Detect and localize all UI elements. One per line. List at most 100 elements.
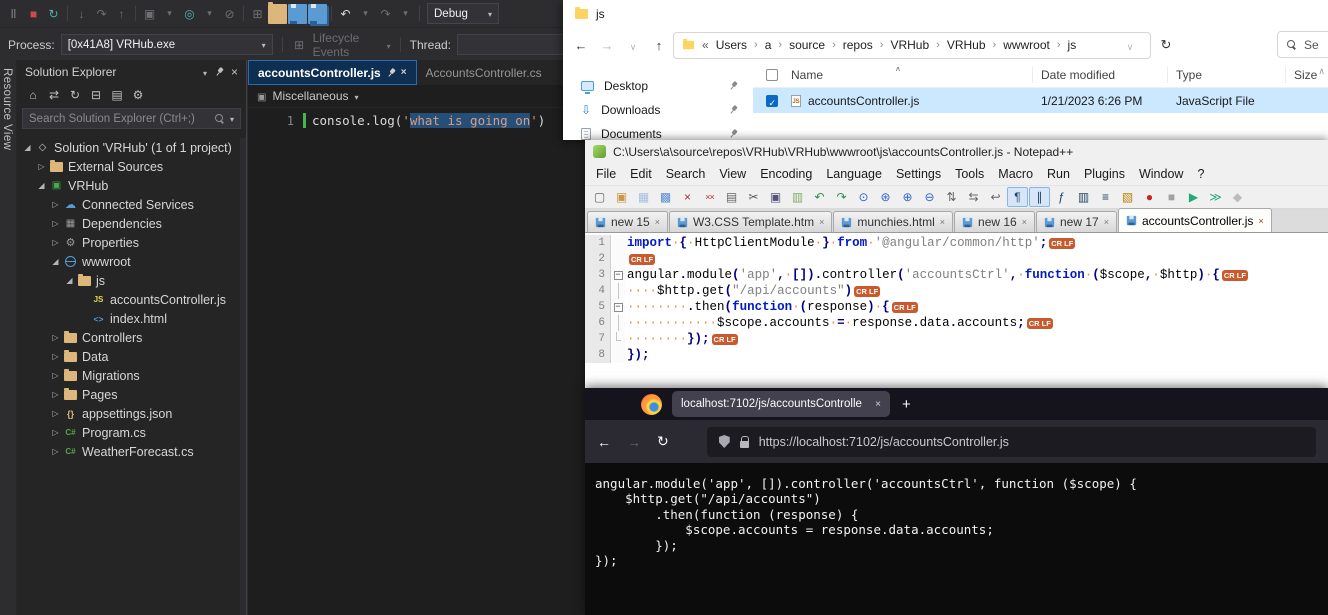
open-folder-icon[interactable] [268, 1, 287, 24]
show-all-files-icon[interactable] [109, 85, 125, 105]
expander-icon[interactable]: ▷ [49, 238, 62, 247]
fold-margin[interactable] [611, 267, 625, 283]
document-tab[interactable]: accountsController.js [1117, 208, 1272, 232]
expander-icon[interactable]: ▷ [49, 200, 62, 209]
expander-icon[interactable]: ◢ [35, 181, 48, 190]
save-all-icon[interactable] [308, 3, 327, 24]
zoom-in-icon[interactable] [897, 187, 918, 207]
back-button[interactable] [569, 38, 593, 53]
close-file-icon[interactable] [677, 187, 698, 207]
disable-breakpoints-icon[interactable] [220, 4, 239, 24]
tree-item[interactable]: ▷ Data [17, 347, 240, 366]
chevron-down-icon[interactable] [203, 65, 207, 79]
new-window-icon[interactable] [248, 4, 267, 24]
expander-icon[interactable]: ▷ [49, 219, 62, 228]
function-list-icon[interactable] [1051, 187, 1072, 207]
tree-item[interactable]: accountsController.js [17, 290, 240, 309]
diagnostics-icon[interactable] [180, 4, 199, 24]
tree-item[interactable]: ▷ External Sources [17, 157, 240, 176]
replace-icon[interactable] [875, 187, 896, 207]
menu-item-run[interactable]: Run [1040, 167, 1077, 181]
resource-view-tab[interactable]: Resource View [0, 60, 17, 615]
select-all-checkbox[interactable] [753, 67, 783, 83]
show-all-characters-icon[interactable] [1007, 187, 1028, 207]
menu-item-encoding[interactable]: Encoding [753, 167, 819, 181]
step-into-icon[interactable] [72, 4, 91, 24]
breadcrumb-item[interactable]: VRHub [890, 38, 929, 52]
tree-item[interactable]: ▷ Connected Services [17, 195, 240, 214]
menu-item-view[interactable]: View [712, 167, 753, 181]
up-button[interactable] [647, 38, 671, 53]
document-list-icon[interactable] [1095, 187, 1116, 207]
back-button[interactable] [597, 434, 611, 450]
reload-button[interactable] [657, 433, 669, 450]
expander-icon[interactable]: ◢ [49, 257, 62, 266]
tree-item[interactable]: ◢ js [17, 271, 240, 290]
expander-icon[interactable]: ▷ [49, 409, 62, 418]
forward-button[interactable] [595, 38, 619, 53]
thread-select[interactable] [457, 34, 577, 55]
fold-collapse-icon[interactable] [613, 302, 623, 312]
close-icon[interactable] [231, 65, 238, 79]
document-tab[interactable]: new 15 [587, 211, 668, 232]
scroll-up-icon[interactable] [1318, 66, 1325, 77]
undo-icon[interactable] [809, 187, 830, 207]
tree-item[interactable]: ▷ Controllers [17, 328, 240, 347]
tree-item[interactable]: ▷ Migrations [17, 366, 240, 385]
pin-icon[interactable] [384, 66, 397, 79]
open-file-icon[interactable] [611, 187, 632, 207]
step-over-icon[interactable] [92, 4, 111, 24]
menu-item-window[interactable]: Window [1132, 167, 1190, 181]
pin-icon[interactable] [213, 66, 226, 79]
lifecycle-events-button[interactable]: Lifecycle Events [313, 31, 381, 59]
chevron-down-icon[interactable] [160, 4, 179, 24]
forward-button[interactable] [627, 434, 641, 450]
chevron-down-icon[interactable] [356, 4, 375, 24]
chevron-down-icon[interactable] [200, 4, 219, 24]
vertical-sync-icon[interactable] [941, 187, 962, 207]
solution-explorer-search[interactable]: Search Solution Explorer (Ctrl+;) [22, 108, 241, 129]
close-icon[interactable] [1104, 217, 1109, 227]
table-row[interactable]: accountsController.js 1/21/2023 6:26 PM Ja… [753, 88, 1328, 113]
window-icon[interactable] [140, 4, 159, 24]
indent-guide-icon[interactable] [1029, 187, 1050, 207]
tracking-protection-shield-icon[interactable] [718, 435, 730, 448]
tree-item[interactable]: ▷ Properties [17, 233, 240, 252]
padlock-icon[interactable] [739, 435, 750, 448]
document-tab[interactable]: W3.CSS Template.htm [668, 211, 833, 232]
breadcrumb-item[interactable]: Users [716, 38, 747, 52]
expander-icon[interactable]: ◢ [21, 143, 34, 152]
file-explorer-titlebar[interactable]: js [563, 0, 1328, 28]
save-all-icon[interactable] [655, 187, 676, 207]
close-all-icon[interactable] [699, 187, 720, 207]
fold-collapse-icon[interactable] [613, 270, 623, 280]
close-icon[interactable] [1258, 216, 1263, 226]
save-file-icon[interactable] [633, 187, 654, 207]
menu-item-macro[interactable]: Macro [991, 167, 1040, 181]
breadcrumb-item[interactable]: VRHub [947, 38, 986, 52]
close-icon[interactable] [655, 217, 660, 227]
menu-item-edit[interactable]: Edit [623, 167, 659, 181]
close-icon[interactable] [940, 217, 945, 227]
refresh-icon[interactable] [67, 85, 83, 105]
tree-item[interactable]: ◢ wwwroot [17, 252, 240, 271]
close-tab-icon[interactable] [875, 399, 881, 410]
sidebar-item-desktop[interactable]: Desktop [563, 74, 753, 98]
breadcrumb-overflow[interactable]: « [702, 38, 709, 52]
collapse-all-icon[interactable] [88, 85, 104, 105]
document-tab[interactable]: new 16 [954, 211, 1035, 232]
process-select[interactable]: [0x41A8] VRHub.exe [60, 34, 273, 55]
navigation-bar[interactable]: Miscellaneous [248, 85, 585, 108]
tree-item[interactable]: ▷ Program.cs [17, 423, 240, 442]
tree-item[interactable]: ▷ WeatherForecast.cs [17, 442, 240, 461]
notepadpp-titlebar[interactable]: C:\Users\a\source\repos\VRHub\VRHub\wwwr… [585, 140, 1328, 163]
breadcrumb-item[interactable]: source [789, 38, 825, 52]
address-bar[interactable]: « Users a source repos VRHub VRHub wwwroot js [673, 31, 1151, 59]
stop-debug-icon[interactable] [24, 4, 43, 24]
menu-item-help[interactable]: ? [1190, 167, 1211, 181]
paste-icon[interactable] [787, 187, 808, 207]
redo-icon[interactable] [831, 187, 852, 207]
breadcrumb-item[interactable]: repos [843, 38, 873, 52]
recent-locations-button[interactable] [621, 38, 645, 53]
redo-icon[interactable] [376, 4, 395, 24]
